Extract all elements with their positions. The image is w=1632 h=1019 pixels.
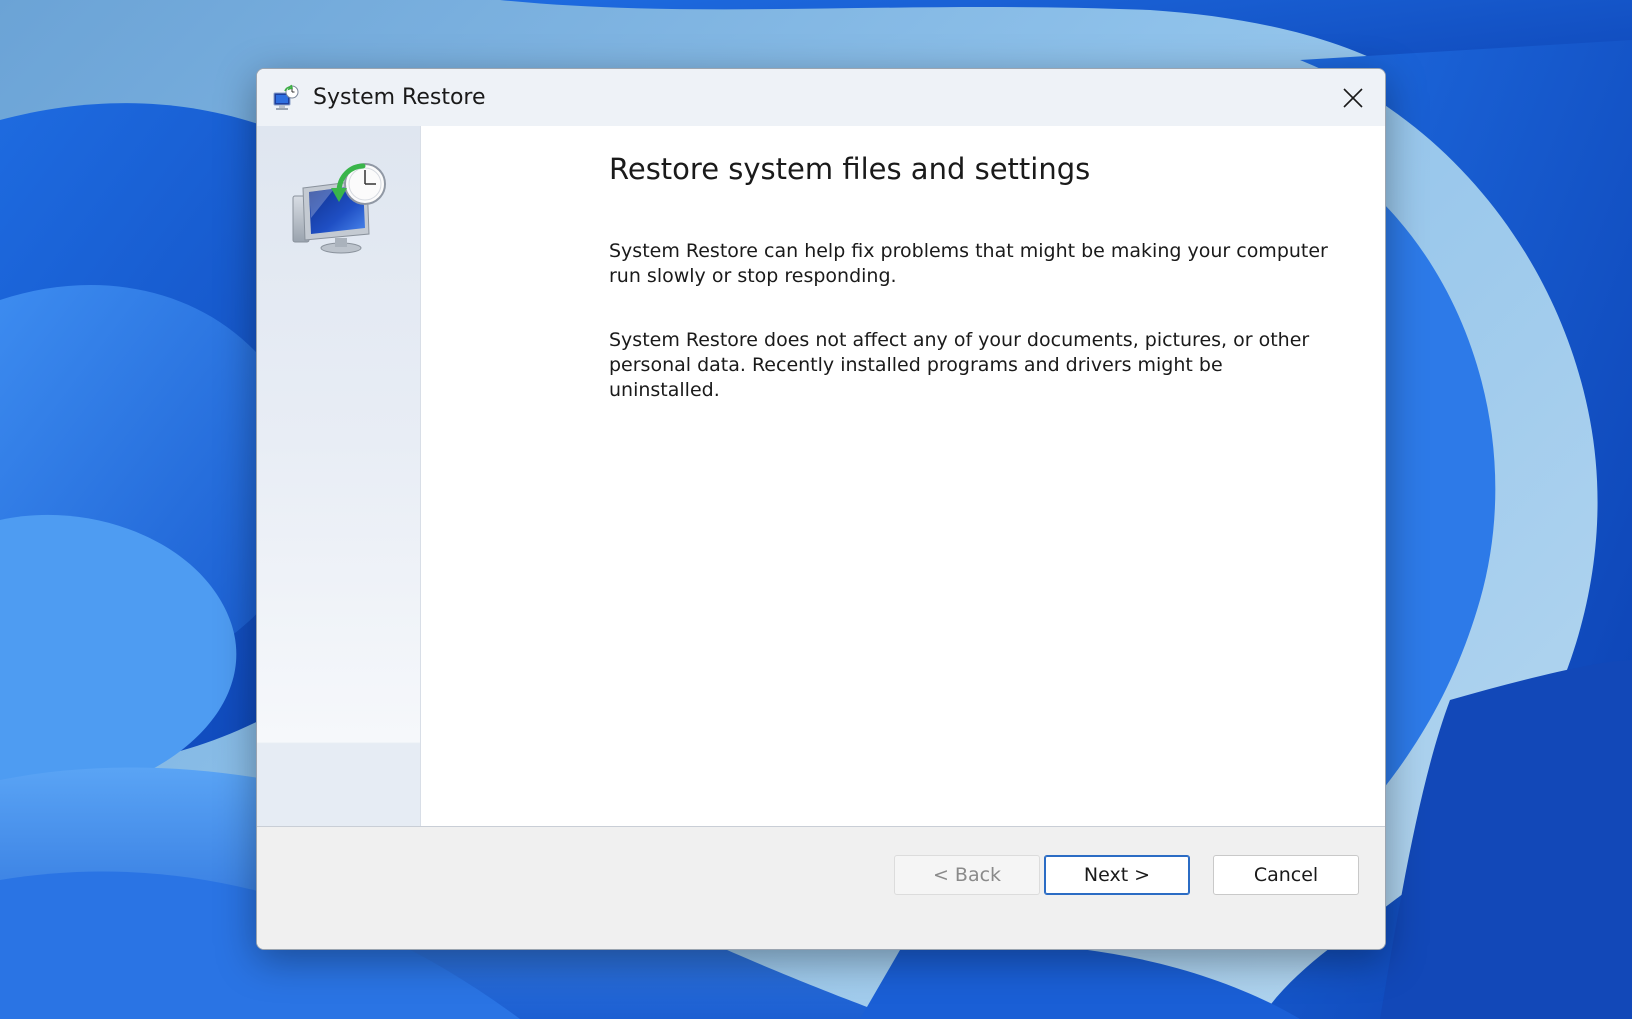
wizard-sidebar (257, 126, 421, 826)
monitor-restore-clock-icon (292, 163, 386, 254)
back-button[interactable]: < Back (894, 855, 1040, 895)
page-heading: Restore system files and settings (609, 152, 1091, 186)
close-button[interactable] (1321, 69, 1385, 126)
wizard-content: Restore system files and settings System… (421, 126, 1385, 826)
system-restore-icon (273, 84, 299, 110)
next-button[interactable]: Next > (1044, 855, 1190, 895)
title-bar[interactable]: System Restore (257, 69, 1385, 126)
system-restore-dialog: System Restore Restore system files and … (256, 68, 1386, 950)
description-paragraph-2: System Restore does not affect any of yo… (609, 329, 1310, 401)
cancel-button[interactable]: Cancel (1213, 855, 1359, 895)
wizard-footer: < Back Next > Cancel (257, 826, 1385, 949)
window-title: System Restore (313, 85, 486, 110)
description-paragraph-1: System Restore can help fix problems tha… (609, 240, 1328, 287)
close-icon (1343, 87, 1363, 108)
